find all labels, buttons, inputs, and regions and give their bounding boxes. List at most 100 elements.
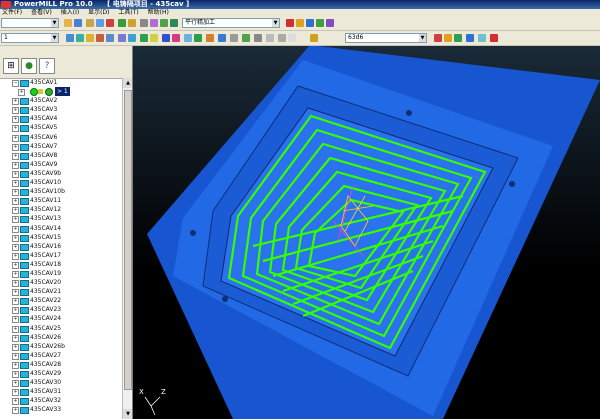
expand-icon[interactable]: + <box>12 243 19 251</box>
expand-icon[interactable]: + <box>12 134 19 142</box>
model-icon[interactable] <box>162 34 170 42</box>
edit-icon[interactable] <box>286 19 294 27</box>
expand-icon[interactable]: + <box>12 180 19 188</box>
expand-icon[interactable]: + <box>12 143 19 151</box>
expand-icon[interactable]: + <box>12 98 19 106</box>
folder-icon[interactable] <box>86 19 94 27</box>
tree-item[interactable]: +435CAV22 <box>0 296 122 306</box>
tree-item[interactable]: +435CAV17 <box>0 251 122 260</box>
tree-item[interactable]: +435CAV25 <box>0 324 122 333</box>
workplane-icon[interactable] <box>194 34 202 42</box>
toolpath-strategy-combo[interactable]: 平行精加工 ▼ <box>182 18 280 28</box>
tree-item[interactable]: +435CAV27 <box>0 351 122 360</box>
expand-icon[interactable]: + <box>12 234 19 242</box>
expand-icon[interactable]: + <box>18 89 25 97</box>
tree-item[interactable]: +435CAV29 <box>0 369 122 378</box>
expand-icon[interactable]: + <box>12 189 19 197</box>
graphics-viewport[interactable]: X Z <box>133 46 600 419</box>
tree-item[interactable]: +435CAV4 <box>0 114 122 124</box>
clipboard-icon[interactable] <box>288 34 296 42</box>
top-view-icon[interactable] <box>118 34 126 42</box>
expand-icon[interactable]: + <box>12 398 19 406</box>
tree-item[interactable]: +435CAV31 <box>0 387 122 397</box>
expand-icon[interactable]: + <box>12 116 19 124</box>
expand-icon[interactable]: + <box>12 261 19 269</box>
expand-icon[interactable]: + <box>12 270 19 278</box>
expand-icon[interactable]: + <box>12 343 19 351</box>
animate-icon[interactable] <box>434 34 442 42</box>
tree-item[interactable]: +435CAV13 <box>0 214 122 224</box>
expand-icon[interactable]: + <box>12 298 19 306</box>
expand-icon[interactable]: + <box>12 170 19 178</box>
tree-item[interactable]: +435CAV21 <box>0 287 122 297</box>
simulate-icon[interactable] <box>306 19 314 27</box>
setting-icon[interactable] <box>266 34 274 42</box>
tree-item[interactable]: +435CAV26 <box>0 333 122 342</box>
measure-icon[interactable] <box>230 34 238 42</box>
tree-item[interactable]: +435CAV14 <box>0 224 122 233</box>
collapse-icon[interactable]: − <box>12 80 19 87</box>
expand-icon[interactable]: + <box>12 307 19 315</box>
play-icon[interactable] <box>444 34 452 42</box>
menu-file[interactable]: 文件(F) <box>2 9 22 16</box>
pattern-icon[interactable] <box>184 34 192 42</box>
scroll-down-icon[interactable]: ▼ <box>123 409 132 419</box>
tree-item[interactable]: +435CAV33 <box>0 405 122 415</box>
collision-icon[interactable] <box>242 34 250 42</box>
rotate-icon[interactable] <box>86 34 94 42</box>
tree-item[interactable]: +435CAV12 <box>0 205 122 215</box>
calculate-icon[interactable] <box>296 19 304 27</box>
gouge-icon[interactable] <box>254 34 262 42</box>
tree-scrollbar[interactable]: ▲ ▼ <box>122 78 132 419</box>
step-icon[interactable] <box>466 34 474 42</box>
menu-insert[interactable]: 插入(I) <box>61 9 79 16</box>
tool-name-combo[interactable]: 63d6 ▼ <box>345 33 427 43</box>
expand-icon[interactable]: + <box>12 389 19 397</box>
view-icon[interactable] <box>66 34 74 42</box>
tree-item[interactable]: +435CAV15 <box>0 233 122 242</box>
scroll-up-icon[interactable]: ▲ <box>123 78 132 88</box>
expand-icon[interactable]: + <box>12 407 19 415</box>
shaded-icon[interactable] <box>140 34 148 42</box>
expand-icon[interactable]: + <box>12 198 19 206</box>
save-icon[interactable] <box>74 19 82 27</box>
import-icon[interactable] <box>96 19 104 27</box>
expand-icon[interactable]: + <box>12 107 19 115</box>
expand-icon[interactable]: + <box>12 216 19 224</box>
scroll-thumb[interactable] <box>124 90 132 390</box>
tree-item[interactable]: +435CAV30 <box>0 378 122 388</box>
block-icon[interactable] <box>106 19 114 27</box>
expand-icon[interactable]: + <box>12 334 19 342</box>
expand-icon[interactable]: + <box>12 280 19 288</box>
zoom-icon[interactable] <box>76 34 84 42</box>
menu-view[interactable]: 查看(V) <box>31 9 52 16</box>
globe-tab-icon[interactable]: ● <box>21 58 37 74</box>
expand-icon[interactable]: + <box>12 225 19 233</box>
feedrate-icon[interactable] <box>128 19 136 27</box>
expand-icon[interactable]: + <box>12 352 19 360</box>
preferences-icon[interactable] <box>278 34 286 42</box>
start-point-icon[interactable] <box>160 19 168 27</box>
tree-item[interactable]: +435CAV18 <box>0 260 122 269</box>
menu-help[interactable]: 帮助(H) <box>148 9 169 16</box>
expand-icon[interactable]: + <box>12 371 19 378</box>
tool-combo[interactable]: 1 ▼ <box>1 33 59 43</box>
wireframe-icon[interactable] <box>150 34 158 42</box>
expand-icon[interactable]: + <box>12 125 19 133</box>
leads-icon[interactable] <box>150 19 158 27</box>
tree-item[interactable]: +435CAV7 <box>0 142 122 151</box>
toolpath-strategy-icon[interactable] <box>170 19 178 27</box>
open-folder-icon[interactable] <box>64 19 72 27</box>
tree-item[interactable]: +435CAV19 <box>0 269 122 278</box>
help-tab-icon[interactable]: ? <box>39 58 55 74</box>
tree-item[interactable]: +435CAV3 <box>0 105 122 115</box>
tree-item[interactable]: +435CAV16 <box>0 242 122 251</box>
stock-icon[interactable] <box>454 34 462 42</box>
stock-model-icon[interactable] <box>218 34 226 42</box>
iso-view-icon[interactable] <box>106 34 114 42</box>
tree-toolpath-item[interactable]: + > 1 <box>0 87 122 97</box>
tree-root-item[interactable]: − 435CAV1 <box>0 78 122 87</box>
expand-icon[interactable]: + <box>12 289 19 297</box>
tree-item[interactable]: +435CAV26b <box>0 342 122 351</box>
boundary-icon[interactable] <box>172 34 180 42</box>
